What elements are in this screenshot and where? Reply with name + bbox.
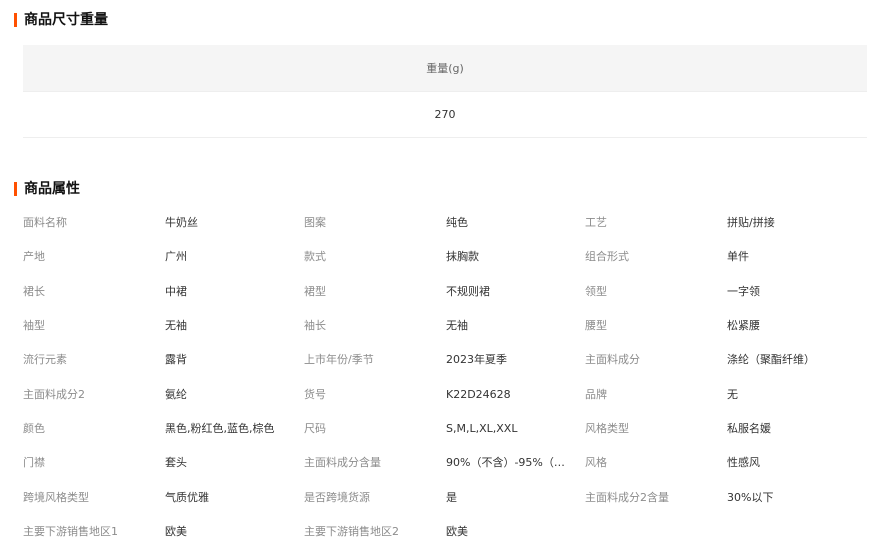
attribute-value: 广州 <box>165 250 187 263</box>
attribute-label: 门襟 <box>23 456 45 469</box>
attribute-value: 不规则裙 <box>446 285 490 298</box>
attribute-value: 欧美 <box>165 525 187 538</box>
attribute-label: 主面料成分2含量 <box>585 491 669 504</box>
attribute-value: 欧美 <box>446 525 468 538</box>
attribute-label: 流行元素 <box>23 353 67 366</box>
attribute-label: 主面料成分2 <box>23 388 85 401</box>
attribute-label: 袖型 <box>23 319 45 332</box>
attribute-grid: 面料名称 牛奶丝 图案 纯色 工艺 拼贴/拼接产地 广州 款式 抹胸款 组合形式 单件裙长 中裙 裙型 不… <box>0 0 874 547</box>
attribute-label: 是否跨境货源 <box>304 491 370 504</box>
attribute-value: 单件 <box>727 250 749 263</box>
attribute-value: 拼贴/拼接 <box>727 216 775 229</box>
attribute-label: 主面料成分 <box>585 353 640 366</box>
attribute-value: 纯色 <box>446 216 468 229</box>
attribute-value: 无 <box>727 388 738 401</box>
attribute-value: 涤纶（聚酯纤维） <box>727 353 815 366</box>
attribute-label: 风格类型 <box>585 422 629 435</box>
attribute-label: 裙长 <box>23 285 45 298</box>
attribute-label: 上市年份/季节 <box>304 353 374 366</box>
attribute-label: 尺码 <box>304 422 326 435</box>
attribute-value: S,M,L,XL,XXL <box>446 422 518 435</box>
attribute-label: 颜色 <box>23 422 45 435</box>
attribute-value: 露背 <box>165 353 187 366</box>
attribute-label: 组合形式 <box>585 250 629 263</box>
attribute-label: 图案 <box>304 216 326 229</box>
attribute-label: 领型 <box>585 285 607 298</box>
attribute-label: 腰型 <box>585 319 607 332</box>
attribute-value: 松紧腰 <box>727 319 760 332</box>
attribute-label: 款式 <box>304 250 326 263</box>
attribute-label: 主面料成分含量 <box>304 456 381 469</box>
attribute-value: 气质优雅 <box>165 491 209 504</box>
attribute-value: 牛奶丝 <box>165 216 198 229</box>
attribute-value: 是 <box>446 491 457 504</box>
attribute-label: 工艺 <box>585 216 607 229</box>
attribute-value: 套头 <box>165 456 187 469</box>
attribute-value: 中裙 <box>165 285 187 298</box>
attribute-value: 30%以下 <box>727 491 774 504</box>
attribute-value: 无袖 <box>446 319 468 332</box>
attribute-value: 90%（不含）-95%（含） <box>446 456 568 469</box>
attribute-value: 无袖 <box>165 319 187 332</box>
attribute-value: 私服名媛 <box>727 422 771 435</box>
attribute-value: K22D24628 <box>446 388 511 401</box>
attribute-label: 主要下游销售地区1 <box>23 525 118 538</box>
attribute-label: 风格 <box>585 456 607 469</box>
attribute-value: 2023年夏季 <box>446 353 507 366</box>
attribute-value: 抹胸款 <box>446 250 479 263</box>
attribute-label: 面料名称 <box>23 216 67 229</box>
attribute-value: 黑色,粉红色,蓝色,棕色 <box>165 422 275 435</box>
attribute-label: 袖长 <box>304 319 326 332</box>
attribute-label: 主要下游销售地区2 <box>304 525 399 538</box>
attribute-value: 一字领 <box>727 285 760 298</box>
attribute-label: 货号 <box>304 388 326 401</box>
attribute-value: 性感风 <box>727 456 760 469</box>
attribute-label: 裙型 <box>304 285 326 298</box>
attribute-label: 产地 <box>23 250 45 263</box>
attribute-label: 跨境风格类型 <box>23 491 89 504</box>
attribute-value: 氨纶 <box>165 388 187 401</box>
attribute-label: 品牌 <box>585 388 607 401</box>
